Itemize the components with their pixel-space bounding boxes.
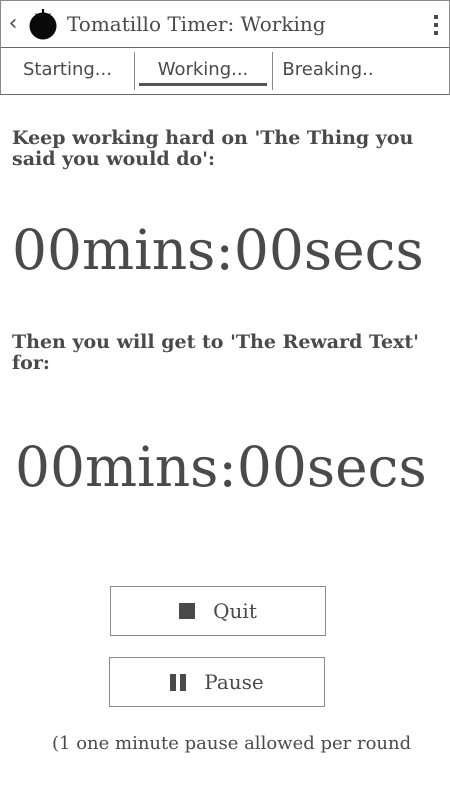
active-tab-indicator [139,83,267,86]
stop-icon [179,603,196,619]
app-bar: ‹ Tomatillo Timer: Working [0,0,450,49]
pause-icon [170,673,187,691]
work-prompt: Keep working hard on 'The Thing you said… [12,127,414,170]
overflow-menu-button[interactable] [431,13,441,37]
quit-button[interactable]: Quit [110,586,326,636]
app-title: Tomatillo Timer: Working [67,12,326,36]
tomato-icon [29,9,57,40]
pause-button[interactable]: Pause [109,657,325,707]
pause-allowance-note: (1 one minute pause allowed per round [52,733,412,754]
tab-breaking[interactable]: Breaking.. [273,48,383,94]
chevron-left-icon: ‹ [8,11,18,36]
tab-label: Breaking.. [282,59,374,80]
overflow-menu-icon [434,15,438,19]
work-timer: 00mins:00secs [12,218,424,282]
reward-prompt: Then you will get to 'The Reward Text' f… [12,331,419,374]
tab-working[interactable]: Working... [135,48,271,94]
pause-button-label: Pause [204,670,264,694]
tab-label: Starting... [23,59,112,80]
quit-button-label: Quit [213,599,257,623]
reward-timer: 00mins:00secs [15,435,427,499]
tab-starting[interactable]: Starting... [1,48,134,94]
back-button[interactable]: ‹ [5,11,21,39]
tab-bar: Starting... Working... Breaking.. [0,48,450,95]
tab-label: Working... [157,59,249,80]
